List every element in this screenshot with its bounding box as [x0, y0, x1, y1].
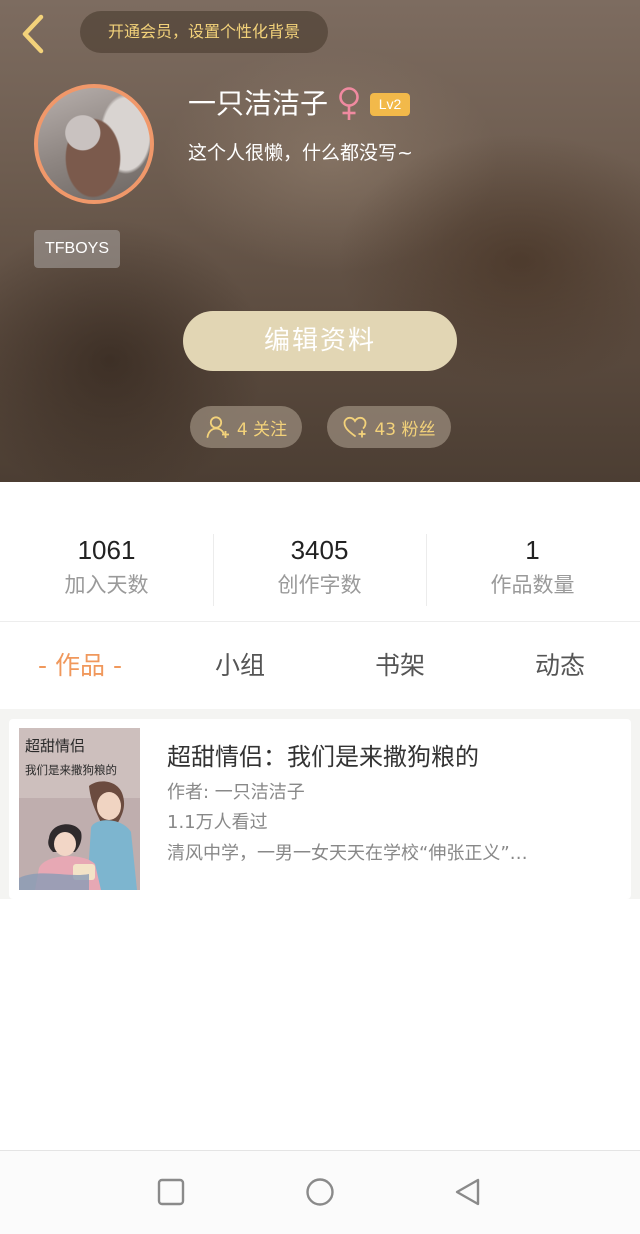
level-badge: Lv2 — [370, 93, 410, 116]
work-title[interactable]: 超甜情侣：我们是来撒狗粮的 — [167, 737, 479, 777]
chevron-left-icon — [22, 14, 44, 54]
tab-bar: - 作品 - 小组 书架 动态 — [0, 623, 640, 709]
triangle-back-icon[interactable] — [451, 1175, 485, 1209]
fans-button[interactable]: 43 粉丝 — [327, 406, 451, 448]
back-button[interactable] — [16, 12, 50, 56]
username: 一只洁洁子 — [188, 87, 329, 120]
bio-text: 这个人很懒，什么都没写~ — [188, 142, 413, 164]
tab-works[interactable]: - 作品 - — [0, 623, 160, 709]
stat-label: 作品数量 — [490, 573, 575, 597]
work-views: 1.1万人看过 — [167, 812, 268, 833]
female-icon — [339, 87, 359, 120]
stat-value: 1061 — [77, 535, 136, 565]
add-user-icon — [206, 416, 229, 438]
tab-bookshelf[interactable]: 书架 — [320, 623, 480, 709]
tab-activity[interactable]: 动态 — [480, 623, 640, 709]
work-item[interactable]: 超甜情侣 我们是来撒狗粮的 超甜情侣：我们是来撒狗粮的 作者: 一只洁洁子 1.… — [9, 719, 631, 899]
work-author: 作者: 一只洁洁子 — [167, 782, 305, 803]
circle-icon[interactable] — [303, 1175, 337, 1209]
work-description: 清风中学，一男一女天天在学校“伸张正义”… — [167, 843, 528, 864]
stat-works-count: 1 作品数量 — [426, 532, 639, 602]
edit-profile-button[interactable]: 编辑资料 — [183, 311, 457, 371]
stat-label: 加入天数 — [64, 573, 149, 597]
avatar[interactable] — [34, 84, 154, 204]
fans-count: 43 粉丝 — [374, 419, 436, 440]
tab-groups[interactable]: 小组 — [160, 623, 320, 709]
profile-tag: TFBOYS — [34, 230, 120, 268]
system-nav-bar — [0, 1150, 640, 1234]
stats-bar: 1061 加入天数 3405 创作字数 1 作品数量 — [0, 482, 640, 622]
following-button[interactable]: 4 关注 — [190, 406, 302, 448]
stat-value: 3405 — [290, 535, 349, 565]
work-cover[interactable]: 超甜情侣 我们是来撒狗粮的 — [19, 728, 140, 890]
stat-join-days: 1061 加入天数 — [0, 532, 213, 602]
stat-label: 创作字数 — [277, 573, 362, 597]
profile-header: 开通会员，设置个性化背景 TFBOYS 一只洁洁子 Lv2 这个人很懒，什么都没… — [0, 0, 640, 482]
stat-value: 1 — [525, 535, 540, 565]
square-icon[interactable] — [154, 1175, 188, 1209]
vip-banner[interactable]: 开通会员，设置个性化背景 — [80, 11, 328, 53]
cover-subtitle: 我们是来撒狗粮的 — [25, 763, 117, 777]
heart-icon — [344, 416, 367, 438]
following-count: 4 关注 — [236, 419, 288, 440]
stat-word-count: 3405 创作字数 — [213, 532, 426, 602]
cover-title: 超甜情侣 — [25, 737, 86, 755]
